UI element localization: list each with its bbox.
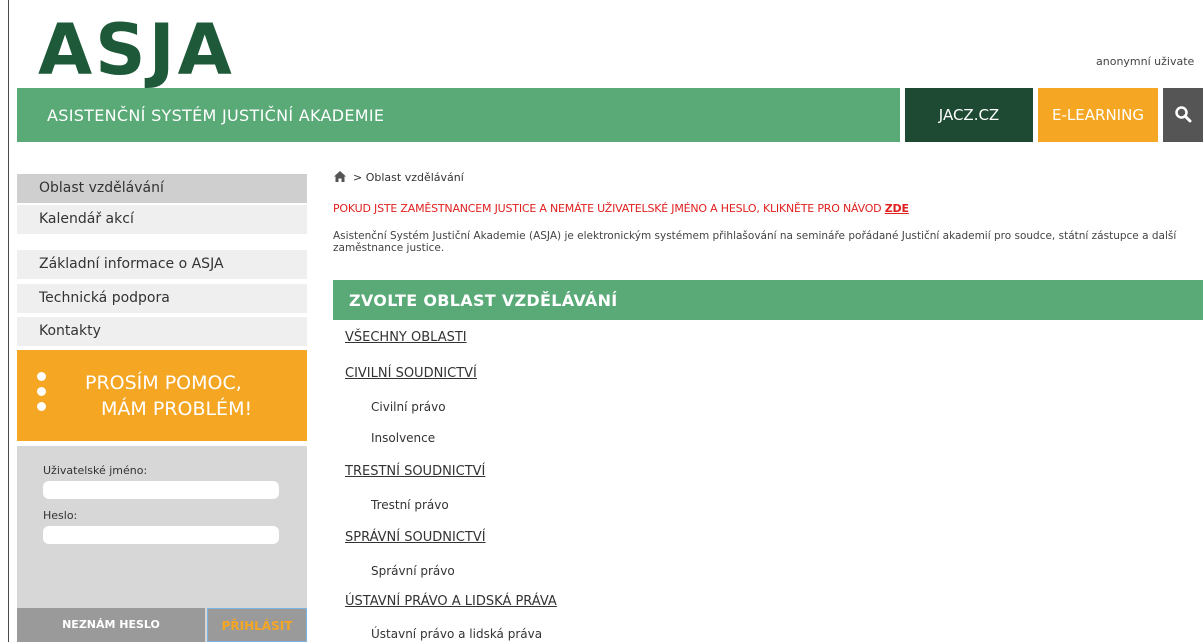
password-label: Heslo: — [43, 509, 78, 522]
header-banner: ASISTENČNÍ SYSTÉM JUSTIČNÍ AKADEMIE — [17, 88, 900, 142]
category-link[interactable]: ÚSTAVNÍ PRÁVO A LIDSKÁ PRÁVA — [345, 594, 557, 609]
section-title: ZVOLTE OBLAST VZDĚLÁVÁNÍ — [349, 291, 618, 310]
user-status: anonymní uživate — [1096, 55, 1195, 68]
home-icon[interactable] — [333, 170, 347, 183]
breadcrumb-current: > Oblast vzdělávání — [353, 171, 464, 184]
subcategory-link[interactable]: Ústavní právo a lidská práva — [371, 627, 542, 641]
category-link[interactable]: SPRÁVNÍ SOUDNICTVÍ — [345, 530, 486, 545]
category-link[interactable]: VŠECHNY OBLASTI — [345, 330, 467, 345]
password-field[interactable] — [43, 526, 279, 544]
jacz-link-button[interactable]: JACZ.CZ — [905, 88, 1033, 142]
sidebar-item-kalendar-akci[interactable]: Kalendář akcí — [17, 205, 307, 234]
sidebar-item-oblast-vzdelavani[interactable]: Oblast vzdělávání — [17, 174, 307, 203]
login-form: Uživatelské jméno: Heslo: NEZNÁM HESLO P… — [17, 446, 307, 642]
asja-logo[interactable]: ASJA — [38, 15, 235, 85]
elearning-link-button[interactable]: E-LEARNING — [1038, 88, 1158, 142]
dots-icon — [37, 372, 47, 417]
help-button[interactable]: PROSÍM POMOC, MÁM PROBLÉM! — [17, 350, 307, 441]
subcategory-link[interactable]: Civilní právo — [371, 400, 446, 414]
search-button[interactable] — [1163, 88, 1203, 142]
page: ASJA anonymní uživate ASISTENČNÍ SYSTÉM … — [0, 0, 1203, 642]
section-header: ZVOLTE OBLAST VZDĚLÁVÁNÍ — [333, 280, 1203, 320]
forgot-password-button[interactable]: NEZNÁM HESLO — [17, 608, 205, 642]
subcategory-link[interactable]: Správní právo — [371, 564, 455, 578]
window-edge — [8, 0, 9, 642]
intro-text: Asistenční Systém Justiční Akademie (ASJ… — [333, 230, 1177, 254]
username-label: Uživatelské jméno: — [43, 464, 148, 477]
notice-link[interactable]: ZDE — [885, 202, 909, 215]
site-title: ASISTENČNÍ SYSTÉM JUSTIČNÍ AKADEMIE — [47, 106, 385, 125]
login-button[interactable]: PŘIHLÁSIT — [207, 608, 307, 642]
category-link[interactable]: CIVILNÍ SOUDNICTVÍ — [345, 366, 477, 381]
breadcrumb: > Oblast vzdělávání — [333, 170, 464, 184]
sidebar-item-zakladni-informace[interactable]: Základní informace o ASJA — [17, 250, 307, 279]
help-label: PROSÍM POMOC, MÁM PROBLÉM! — [85, 372, 253, 420]
subcategory-link[interactable]: Insolvence — [371, 431, 435, 445]
username-field[interactable] — [43, 481, 279, 499]
subcategory-link[interactable]: Trestní právo — [371, 498, 449, 512]
category-link[interactable]: TRESTNÍ SOUDNICTVÍ — [345, 464, 485, 479]
employee-notice: POKUD JSTE ZAMĚSTNANCEM JUSTICE A NEMÁTE… — [333, 202, 909, 215]
search-icon — [1175, 106, 1192, 123]
sidebar-item-technicka-podpora[interactable]: Technická podpora — [17, 284, 307, 313]
sidebar-item-kontakty[interactable]: Kontakty — [17, 317, 307, 346]
